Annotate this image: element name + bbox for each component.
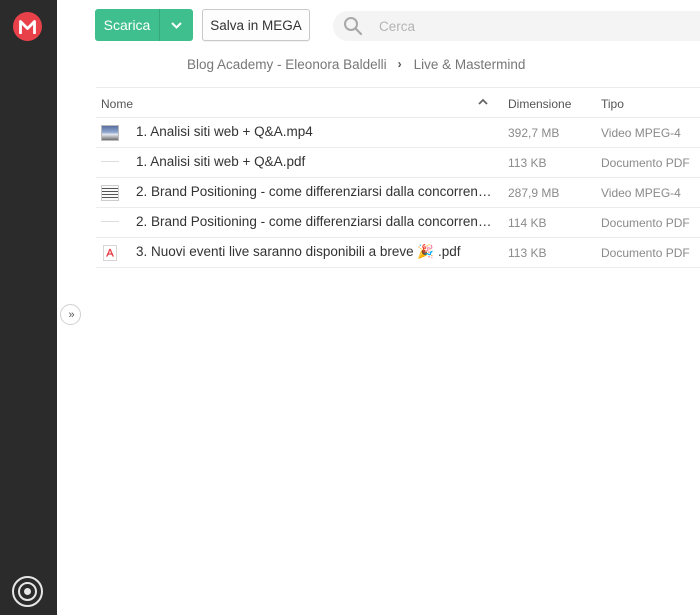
table-row[interactable]: 1. Analisi siti web + Q&A.mp4 392,7 MB V… [96, 118, 700, 148]
video-thumbnail-icon [101, 125, 119, 141]
search-input[interactable] [379, 18, 659, 34]
column-header-type[interactable]: Tipo [601, 97, 624, 111]
save-to-mega-button[interactable]: Salva in MEGA [202, 9, 310, 41]
table-header: Nome Dimensione Tipo [96, 87, 700, 118]
breadcrumb-item-current[interactable]: Live & Mastermind [414, 57, 526, 72]
file-size: 114 KB [508, 216, 547, 230]
video-thumbnail-icon [101, 185, 119, 201]
chevron-down-icon[interactable] [160, 21, 193, 29]
search-bar[interactable] [333, 11, 700, 41]
breadcrumb-chevron-icon: › [397, 57, 402, 71]
breadcrumb-item-root[interactable]: Blog Academy - Eleonora Baldelli [187, 57, 387, 72]
file-name: 3. Nuovi eventi live saranno disponibili… [136, 244, 461, 259]
mega-file-browser: » Scarica Salva in MEGA Blog Academy - E… [0, 0, 700, 615]
file-type: Documento PDF [601, 246, 690, 260]
file-size: 287,9 MB [508, 186, 560, 200]
expand-sidebar-icon[interactable]: » [60, 304, 81, 325]
table-row[interactable]: 1. Analisi siti web + Q&A.pdf 113 KB Doc… [96, 148, 700, 178]
table-row[interactable]: 3. Nuovi eventi live saranno disponibili… [96, 238, 700, 268]
file-name: 2. Brand Positioning - come differenziar… [136, 214, 496, 229]
file-table: Nome Dimensione Tipo 1. Analisi siti web… [96, 87, 700, 268]
breadcrumb: Blog Academy - Eleonora Baldelli › Live … [187, 56, 525, 72]
account-icon[interactable] [12, 576, 43, 607]
pdf-file-icon [103, 245, 117, 261]
pdf-thumbnail-icon [101, 161, 119, 162]
sort-ascending-icon[interactable] [477, 96, 489, 108]
download-button-label: Scarica [103, 17, 151, 33]
file-size: 113 KB [508, 246, 547, 260]
column-header-name[interactable]: Nome [101, 97, 133, 111]
file-size: 392,7 MB [508, 126, 560, 140]
column-header-size[interactable]: Dimensione [508, 97, 571, 111]
file-name: 1. Analisi siti web + Q&A.pdf [136, 154, 306, 169]
file-type: Documento PDF [601, 216, 690, 230]
file-type: Video MPEG-4 [601, 186, 681, 200]
file-name: 2. Brand Positioning - come differenziar… [136, 184, 496, 199]
file-type: Documento PDF [601, 156, 690, 170]
file-type: Video MPEG-4 [601, 126, 681, 140]
file-size: 113 KB [508, 156, 547, 170]
pdf-thumbnail-icon [101, 221, 119, 222]
left-rail [0, 0, 57, 615]
download-button[interactable]: Scarica [95, 9, 193, 41]
file-name: 1. Analisi siti web + Q&A.mp4 [136, 124, 313, 139]
table-row[interactable]: 2. Brand Positioning - come differenziar… [96, 208, 700, 238]
table-row[interactable]: 2. Brand Positioning - come differenziar… [96, 178, 700, 208]
search-icon [343, 16, 363, 36]
mega-logo-icon[interactable] [13, 12, 42, 41]
